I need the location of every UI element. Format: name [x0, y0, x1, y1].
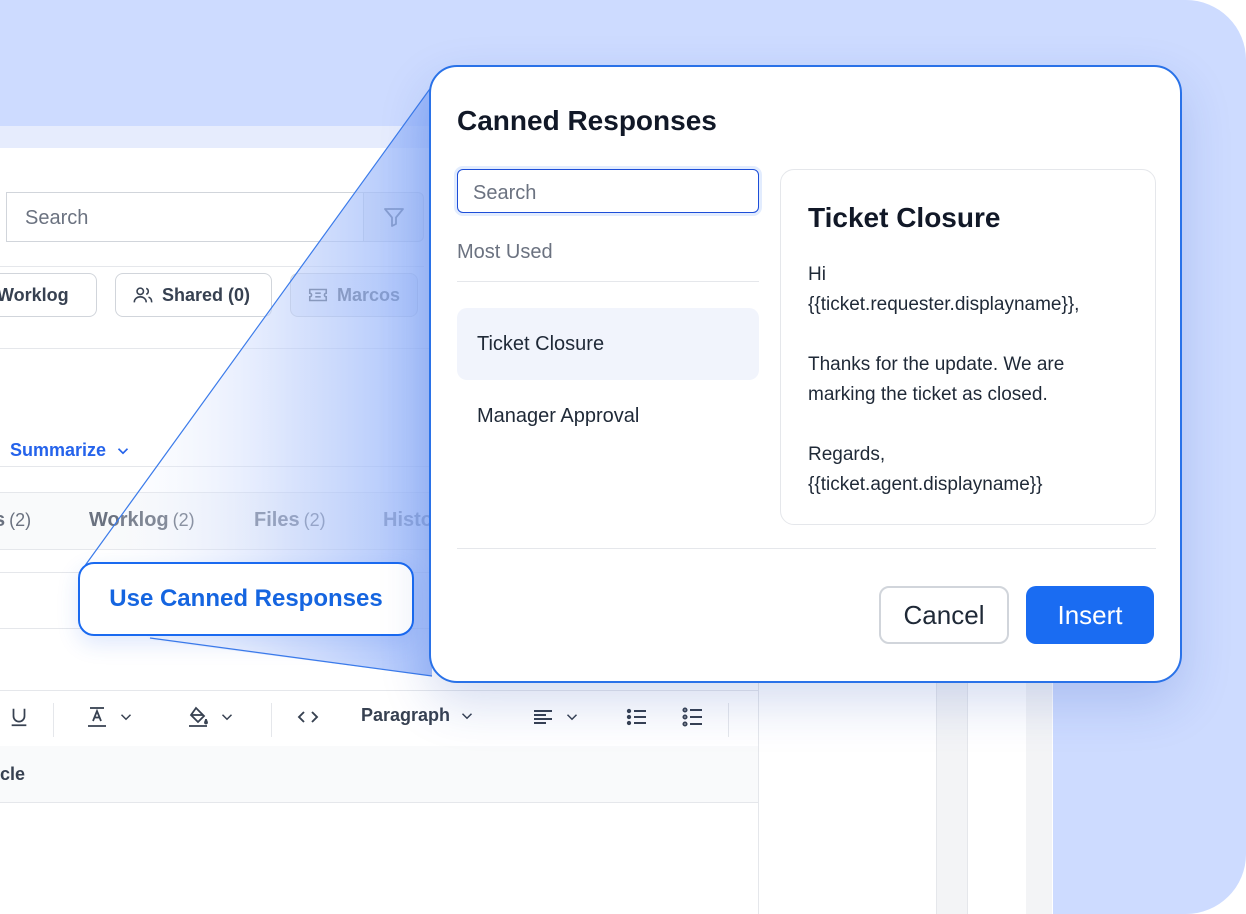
preview-greeting: Hi: [808, 264, 826, 285]
preview-agent-placeholder: {{ticket.agent.displayname}}: [808, 474, 1043, 495]
editor-toolbar: Paragraph: [0, 690, 758, 747]
preview-body-line: Thanks for the update. We are: [808, 354, 1065, 375]
text-color-icon: [88, 707, 106, 727]
search-input[interactable]: [23, 205, 347, 231]
checklist-button[interactable]: [681, 705, 705, 729]
code-icon: [297, 711, 319, 723]
chevron-down-icon: [117, 447, 129, 454]
paragraph-dropdown[interactable]: Paragraph: [361, 705, 476, 726]
highlight-button[interactable]: [186, 705, 236, 729]
search-bar: [0, 192, 424, 244]
code-button[interactable]: [295, 705, 321, 729]
toolbar-separator: [53, 703, 54, 737]
divider: [457, 548, 1156, 549]
preview-requester-placeholder: {{ticket.requester.displayname}},: [808, 294, 1080, 315]
preview-title: Ticket Closure: [808, 202, 1001, 233]
use-canned-responses-callout: Use Canned Responses: [78, 562, 414, 636]
chip-label: Worklog: [0, 284, 69, 305]
chip-worklog[interactable]: Worklog: [0, 273, 97, 317]
response-item-label: Manager Approval: [477, 404, 640, 427]
chip-marcos[interactable]: Marcos: [290, 273, 418, 317]
checklist-icon: [682, 707, 702, 727]
toolbar-separator: [271, 703, 272, 737]
paint-bucket-icon: [189, 706, 208, 727]
section-label: Most Used: [457, 241, 553, 263]
response-item-label: Ticket Closure: [477, 332, 605, 355]
article-row: cle: [0, 746, 758, 803]
divider: [0, 348, 440, 349]
underline-button[interactable]: [8, 705, 30, 729]
chevron-down-icon: [221, 714, 233, 721]
insert-button[interactable]: Insert: [1026, 586, 1154, 644]
article-label: cle: [0, 764, 26, 784]
preview-body: Hi {{ticket.requester.displayname}}, Tha…: [808, 260, 1138, 500]
cancel-button[interactable]: Cancel: [879, 586, 1009, 644]
tab-worklog[interactable]: Worklog (2): [89, 509, 195, 532]
summarize-dropdown[interactable]: Summarize: [10, 440, 132, 461]
dialog-title: Canned Responses: [457, 105, 717, 136]
divider: [457, 281, 759, 282]
search-field[interactable]: [6, 192, 364, 242]
tab-conversations[interactable]: s(2): [0, 509, 31, 532]
canned-search-input[interactable]: [471, 180, 745, 206]
chip-shared[interactable]: Shared (0): [115, 273, 272, 317]
tabs-bar: s(2) Worklog(2) Files(2) Histo: [0, 492, 440, 550]
tab-files[interactable]: Files (2): [254, 509, 326, 532]
chevron-down-icon: [566, 714, 578, 721]
canned-responses-dialog: Canned Responses Most Used Ticket Closur…: [429, 65, 1182, 683]
paragraph-label: Paragraph: [361, 705, 451, 725]
chip-label: Marcos: [337, 284, 401, 305]
divider: [0, 266, 424, 267]
chip-label: Shared (0): [162, 284, 251, 305]
align-left-icon: [534, 710, 552, 724]
users-icon: [133, 287, 153, 303]
summarize-label: Summarize: [10, 440, 107, 460]
ticket-icon: [308, 288, 328, 302]
underline-icon: [11, 708, 27, 727]
preview-body-line: marking the ticket as closed.: [808, 384, 1048, 405]
chevron-down-icon: [120, 714, 132, 721]
align-dropdown[interactable]: [531, 705, 581, 729]
response-item-ticket-closure[interactable]: Ticket Closure: [457, 308, 759, 380]
canned-search-field[interactable]: [457, 169, 759, 213]
response-item-manager-approval[interactable]: Manager Approval: [457, 380, 759, 452]
chevron-down-icon: [462, 712, 473, 719]
bullet-list-button[interactable]: [625, 705, 649, 729]
tab-history[interactable]: Histo: [383, 509, 433, 532]
toolbar-separator: [728, 703, 729, 737]
filter-icon: [383, 208, 404, 227]
filter-button[interactable]: [364, 192, 424, 242]
preview-signoff: Regards,: [808, 444, 886, 465]
bullet-list-icon: [626, 708, 646, 726]
response-preview: Ticket Closure Hi {{ticket.requester.dis…: [780, 169, 1156, 525]
callout-label: Use Canned Responses: [109, 585, 383, 612]
divider: [0, 466, 440, 467]
text-color-button[interactable]: [85, 705, 135, 729]
